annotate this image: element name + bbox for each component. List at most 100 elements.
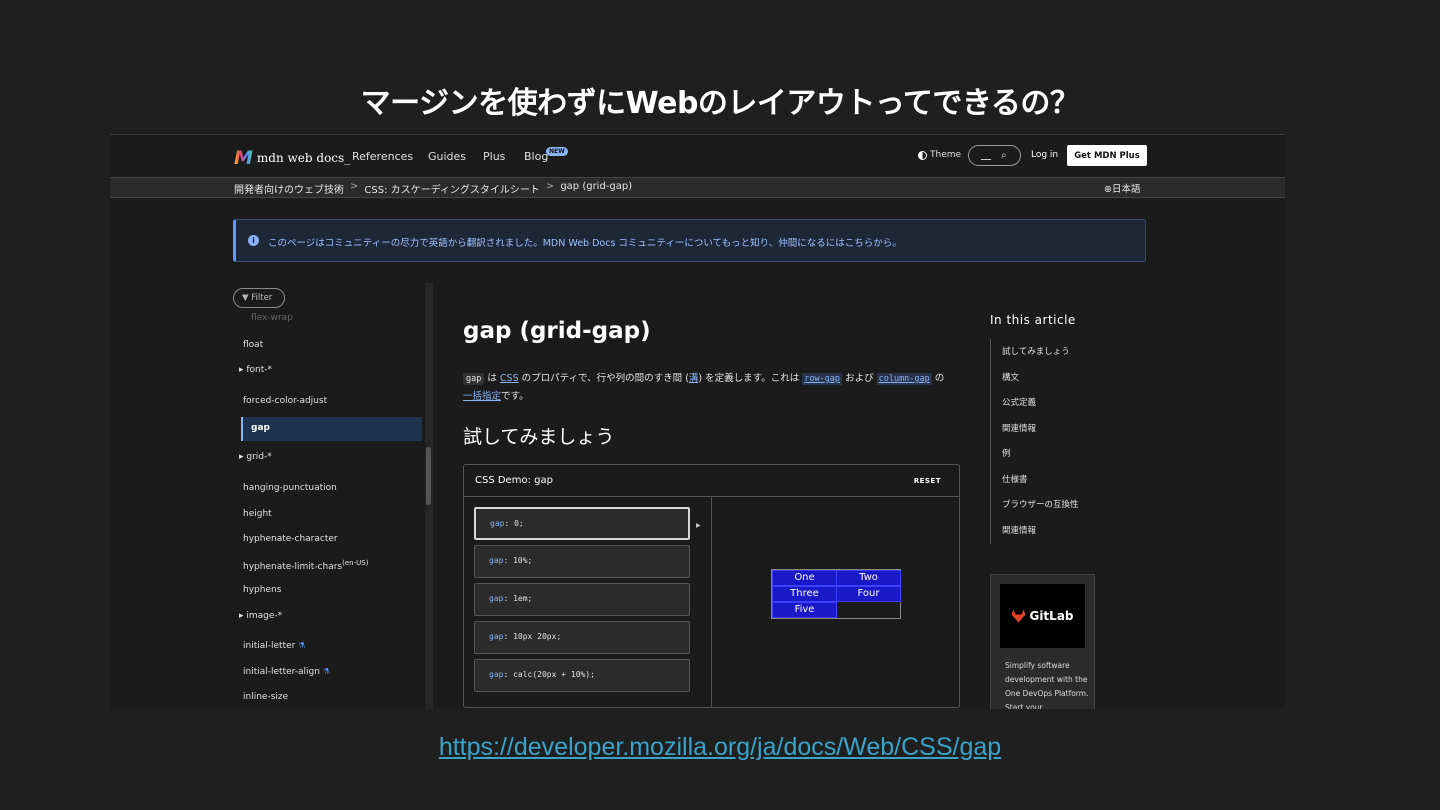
breadcrumb: 開発者向けのウェブ技術 > CSS: カスケーディングスタイルシート > gap… — [234, 181, 632, 196]
theme-icon — [918, 150, 927, 160]
sidebar-item-initial-letter[interactable]: initial-letter ⚗ — [243, 641, 305, 651]
demo-title: CSS Demo: gap — [475, 475, 553, 486]
demo-option-prop: gap — [490, 519, 505, 528]
demo-option-gap-calc[interactable]: gap: calc(20px + 10%); — [474, 659, 690, 692]
intro-text: ) を定義します。これは — [698, 373, 803, 384]
grid-cell-four: Four — [836, 586, 901, 602]
sidebar-item-label: initial-letter-align — [243, 667, 320, 677]
reset-button[interactable]: RESET — [914, 477, 941, 485]
sidebar-item-hyphens[interactable]: hyphens — [243, 585, 281, 595]
new-badge: NEW — [546, 147, 568, 156]
notice-text[interactable]: このページはコミュニティーの尽力で英語から翻訳されました。MDN Web Doc… — [268, 235, 902, 249]
breadcrumb-item-gap[interactable]: gap (grid-gap) — [560, 181, 632, 196]
sidebar-item-initial-letter-align[interactable]: initial-letter-align ⚗ — [243, 667, 330, 677]
toc-item[interactable]: 関連情報 — [1002, 524, 1036, 536]
try-it-heading: 試してみましょう — [463, 426, 615, 448]
sidebar-item-float[interactable]: float — [243, 340, 263, 350]
sidebar-scrollbar-thumb[interactable] — [426, 447, 431, 505]
mdn-logo-icon: M — [234, 147, 253, 169]
globe-icon: ⊕ — [1104, 184, 1112, 195]
row-gap-link[interactable]: row-gap — [802, 373, 843, 385]
nav-references[interactable]: References — [352, 150, 413, 163]
sidebar-item-forced-color-adjust[interactable]: forced-color-adjust — [243, 396, 327, 406]
source-url-link[interactable]: https://developer.mozilla.org/ja/docs/We… — [0, 733, 1440, 762]
demo-option-value: : 10px 20px; — [503, 632, 562, 641]
sidebar-item-gap[interactable]: gap — [241, 417, 422, 441]
demo-option-gap-1em[interactable]: gap: 1em; — [474, 583, 690, 616]
theme-label: Theme — [930, 150, 962, 160]
info-icon: i — [248, 235, 259, 246]
sidebar-item-height[interactable]: height — [243, 509, 272, 519]
demo-option-value: : 1em; — [503, 594, 533, 603]
sidebar-item-inline-size[interactable]: inline-size — [243, 692, 288, 702]
sidebar-item-image[interactable]: ▸ image-* — [239, 611, 282, 621]
intro-text: は — [484, 373, 500, 384]
breadcrumb-separator: > — [545, 181, 555, 192]
sidebar-item-grid[interactable]: ▸ grid-* — [239, 452, 272, 462]
experimental-flask-icon: ⚗ — [298, 641, 306, 650]
demo-option-prop: gap — [489, 632, 504, 641]
nav-guides[interactable]: Guides — [428, 150, 466, 163]
sidebar-item-hyphenate-character[interactable]: hyphenate-character — [243, 534, 338, 544]
search-icon: ⌕ — [1001, 150, 1007, 161]
toc-item[interactable]: 試してみましょう — [1002, 345, 1070, 357]
experimental-flask-icon: ⚗ — [322, 667, 330, 676]
intro-text: のプロパティで、行や列の間のすき間 ( — [518, 373, 689, 384]
translation-notice: i このページはコミュニティーの尽力で英語から翻訳されました。MDN Web D… — [233, 219, 1146, 262]
toc-item[interactable]: 構文 — [1002, 371, 1019, 383]
demo-option-gap-0[interactable]: gap: 0; — [474, 507, 690, 540]
sidebar-item-label: gap — [251, 423, 270, 433]
locale-tag: (en-US) — [342, 559, 369, 567]
demo-option-value: : 10%; — [503, 556, 533, 565]
breadcrumb-item-css[interactable]: CSS: カスケーディングスタイルシート — [364, 181, 540, 196]
sidebar-item-label: hyphenate-limit-chars — [243, 562, 343, 572]
intro-text: および — [842, 373, 877, 384]
sidebar-item-hanging-punctuation[interactable]: hanging-punctuation — [243, 483, 337, 493]
login-link[interactable]: Log in — [1031, 150, 1058, 160]
nav-plus[interactable]: Plus — [483, 150, 505, 163]
shorthand-link[interactable]: 一括指定 — [463, 391, 501, 402]
gutter-link[interactable]: 溝 — [689, 373, 699, 384]
intro-text: の — [931, 373, 945, 384]
grid-cell-three: Three — [772, 586, 837, 602]
demo-option-prop: gap — [489, 556, 504, 565]
css-link[interactable]: CSS — [500, 373, 519, 384]
demo-output-grid: One Two Three Four Five — [771, 569, 901, 619]
sidebar-item-font[interactable]: ▸ font-* — [239, 365, 272, 375]
toc-item[interactable]: ブラウザーの互換性 — [1002, 498, 1079, 510]
mdn-logo[interactable]: M mdn web docs_ — [234, 147, 350, 169]
top-nav: M mdn web docs_ References Guides Plus B… — [110, 135, 1285, 177]
sidebar-item-hyphenate-limit-chars[interactable]: hyphenate-limit-chars(en-US) — [243, 559, 368, 572]
language-label: 日本語 — [1111, 184, 1141, 195]
demo-option-prop: gap — [489, 670, 504, 679]
get-mdn-plus-button[interactable]: Get MDN Plus — [1067, 145, 1147, 166]
search-button[interactable]: ⌕ — [968, 145, 1021, 166]
article-intro: gap は CSS のプロパティで、行や列の間のすき間 (溝) を定義します。こ… — [463, 370, 953, 406]
nav-blog[interactable]: Blog — [524, 150, 548, 163]
browser-screenshot: M mdn web docs_ References Guides Plus B… — [110, 134, 1285, 709]
column-gap-link[interactable]: column-gap — [876, 373, 932, 385]
grid-cell-one: One — [772, 570, 837, 586]
css-demo: CSS Demo: gap RESET gap: 0; ▶ gap: 10%; … — [463, 464, 960, 708]
sidebar-item-flex-wrap[interactable]: flex-wrap — [251, 313, 293, 323]
theme-switcher[interactable]: Theme — [918, 150, 961, 160]
gitlab-fox-icon — [1011, 609, 1026, 623]
demo-option-gap-10pct[interactable]: gap: 10%; — [474, 545, 690, 578]
toc-item[interactable]: 公式定義 — [1002, 396, 1036, 408]
toc-item[interactable]: 関連情報 — [1002, 422, 1036, 434]
sidebar-item-label: initial-letter — [243, 641, 296, 651]
demo-divider — [711, 497, 712, 707]
toc-item[interactable]: 仕様書 — [1002, 473, 1028, 485]
gitlab-ad[interactable]: GitLab Simplify software development wit… — [990, 574, 1095, 709]
gitlab-logo: GitLab — [1000, 584, 1085, 648]
breadcrumb-item-web-tech[interactable]: 開発者向けのウェブ技術 — [234, 181, 344, 196]
toc-item[interactable]: 例 — [1002, 447, 1011, 459]
mdn-logo-text: mdn web docs_ — [256, 151, 351, 165]
search-cursor-line — [981, 159, 991, 160]
grid-cell-five: Five — [772, 602, 837, 618]
intro-text: です。 — [501, 391, 529, 402]
grid-cell-two: Two — [836, 570, 901, 586]
language-switcher[interactable]: ⊕日本語 — [1104, 181, 1140, 195]
demo-option-gap-10px-20px[interactable]: gap: 10px 20px; — [474, 621, 690, 654]
sidebar-filter-button[interactable]: ▼ Filter — [233, 288, 285, 308]
